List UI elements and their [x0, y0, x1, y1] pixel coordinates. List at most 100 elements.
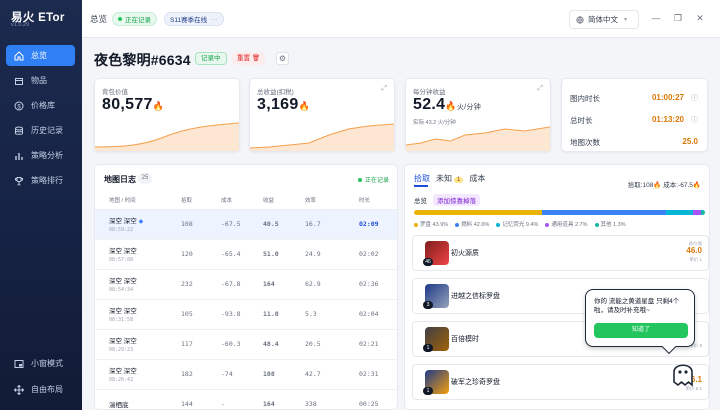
duration-cell: 02:02 — [359, 239, 397, 270]
app-version: v1.0.29 — [11, 22, 30, 28]
pick-cell: 105 — [181, 299, 221, 330]
map-cell: 深空 深空 ◆ 08:59:22 — [95, 209, 181, 240]
legend-item: 燃料 42.6% — [455, 220, 489, 228]
status-dot-icon — [357, 177, 362, 182]
nav-item-strategy-ranking[interactable]: 策略排行 — [6, 170, 75, 191]
got-it-button[interactable]: 知道了 — [594, 323, 688, 338]
diamond-icon: ◆ — [138, 219, 144, 225]
mascot-ghost-icon[interactable] — [671, 358, 695, 388]
main-content: 夜色黎明#6634 记录中 重置 🗑 ⚙ 背包价值 80,577🔥 总收益(扣税… — [82, 38, 720, 410]
minimize-icon[interactable]: — — [650, 12, 662, 24]
table-row[interactable]: 深空 深空 ◆ 08:59:22 108 -67.5 40.5 16.7 02:0… — [95, 209, 397, 240]
bar-segment — [541, 210, 666, 215]
map-time: 08:26:42 — [109, 377, 134, 383]
map-name: 深空 深空 — [109, 368, 137, 375]
language-label: 简体中文 — [588, 15, 618, 24]
filter-chips: 总览 添加惊喜掉落 — [414, 194, 480, 206]
per-minute-card: 每分钟收益 ⤢ 52.4🔥火/分钟 实际 43.2 火/分钟 — [405, 78, 551, 152]
nav-item-label: 自由布局 — [31, 385, 63, 394]
language-select[interactable]: 简体中文 ▾ — [569, 10, 639, 29]
bag-value-number: 80,577 — [102, 96, 153, 113]
column-header: 效率 — [305, 191, 359, 210]
close-icon[interactable]: ✕ — [694, 12, 706, 24]
drop-item[interactable]: 46 初火源质 总价值 46.0 单价 1 — [412, 235, 709, 271]
legend-pct: 9.4% — [525, 222, 539, 228]
table-row[interactable]: 深空 深空 08:26:42 182 -74 108 42.7 02:31 — [95, 359, 397, 390]
globe-icon — [576, 15, 584, 24]
income-value: 3,169🔥 — [257, 96, 310, 114]
nav-item-items[interactable]: 物品 — [6, 70, 75, 91]
tab-cost[interactable]: 成本 — [469, 173, 485, 184]
tab-pickup[interactable]: 拾取 — [414, 173, 430, 184]
nav-item-mini-window[interactable]: 小窗模式 — [6, 353, 75, 374]
bar-segment — [700, 210, 705, 215]
info-icon[interactable]: ⓘ — [691, 115, 698, 125]
legend-item: 通用道具 2.7% — [545, 220, 588, 228]
bar-segment — [693, 210, 701, 215]
nav-item-label: 价格库 — [31, 101, 55, 110]
restore-icon[interactable]: ❐ — [672, 12, 684, 24]
legend-label: 其他 — [600, 222, 612, 228]
table-row[interactable]: 湍栖底 144 - 164 338 00:25 — [95, 389, 397, 409]
drops-tabs: 拾取 未知 1 成本 — [414, 173, 485, 184]
chip-add-surprise-drop[interactable]: 添加惊喜掉落 — [433, 194, 480, 206]
nav-item-history[interactable]: 历史记录 — [6, 120, 75, 141]
table-row[interactable]: 深空 深空 08:29:23 117 -60.3 48.4 20.5 02:21 — [95, 329, 397, 360]
item-count: 1 — [423, 387, 433, 395]
map-time-value: 01:00:27 — [651, 93, 684, 102]
legend-label: 记忆荧光 — [502, 222, 525, 228]
nav-item-free-layout[interactable]: 自由布局 — [6, 379, 75, 400]
map-cell: 深空 深空 08:57:08 — [95, 239, 181, 270]
income-cell: 48.4 — [263, 329, 305, 360]
item-name: 初火源质 — [451, 250, 479, 257]
column-header: 成本 — [221, 191, 263, 210]
season-badge[interactable]: S11赛季在线 ··· — [164, 12, 224, 26]
map-count-value: 25.0 — [682, 137, 698, 146]
item-count: 46 — [423, 258, 433, 266]
tab-unknown-label: 未知 — [436, 174, 452, 183]
nav-item-overview[interactable]: 总览 — [6, 45, 75, 66]
reset-button[interactable]: 重置 🗑 — [232, 52, 266, 65]
bar-segment — [414, 210, 542, 215]
nav-item-label: 物品 — [31, 76, 47, 85]
tab-unknown[interactable]: 未知 1 — [436, 173, 464, 184]
pick-cell: 117 — [181, 329, 221, 360]
map-time: 08:31:58 — [109, 317, 134, 323]
drops-panel: 拾取 未知 1 成本 拾取:108🔥 成本:-67.5🔥 总览 添加惊喜掉落 罗盘… — [404, 164, 710, 410]
expand-icon[interactable]: ⤢ — [537, 85, 543, 93]
chip-overview[interactable]: 总览 — [414, 195, 427, 205]
pick-cell: 108 — [181, 209, 221, 240]
table-row[interactable]: 深空 深空 08:54:34 232 -67.8 164 62.9 02:36 — [95, 269, 397, 300]
map-time: 08:29:23 — [109, 347, 134, 353]
trophy-icon — [15, 176, 23, 185]
low-stock-tooltip: 你的 流能之黄道星盘 只剩4个啦，请及时补充哦~ 知道了 — [585, 289, 695, 347]
expand-icon[interactable]: ⤢ — [381, 85, 387, 93]
box-icon — [15, 77, 23, 85]
map-log-panel: 地图日志 25 正在记录 地图 / 时间 拾取 成本 收益 效率 时长 深空 深… — [94, 164, 398, 410]
info-icon[interactable]: ⓘ — [691, 93, 698, 103]
table-row[interactable]: 深空 深空 08:31:58 105 -93.8 11.0 5.3 02:04 — [95, 299, 397, 330]
recording-status-badge: 正在记录 — [112, 12, 157, 26]
duration-cell: 02:09 — [359, 209, 397, 240]
income-cell: 164 — [263, 269, 305, 300]
map-name: 深空 深空 — [109, 338, 137, 345]
legend-item: 其他 1.3% — [594, 220, 626, 228]
total-time-label: 总时长 — [570, 116, 593, 125]
map-count-label: 地图次数 — [570, 138, 600, 147]
duration-cell: 02:31 — [359, 359, 397, 390]
log-live-status: 正在记录 — [357, 175, 389, 184]
table-row[interactable]: 深空 深空 08:57:08 120 -65.4 51.0 24.9 02:02 — [95, 239, 397, 270]
nav-item-strategy-analysis[interactable]: 策略分析 — [6, 145, 75, 166]
cost-cell: -67.8 — [221, 269, 263, 300]
drop-item[interactable]: 1 破军之珍奇罗盘 6.1 单价 6.1 — [412, 364, 709, 400]
map-time: 08:54:34 — [109, 287, 134, 293]
nav-item-price-db[interactable]: $ 价格库 — [6, 95, 75, 116]
gear-icon[interactable]: ⚙ — [276, 52, 289, 65]
map-time: 08:57:08 — [109, 257, 134, 263]
database-icon — [15, 126, 23, 135]
column-header: 拾取 — [181, 191, 221, 210]
item-price: 46.0 — [686, 246, 702, 255]
cost-cell: -65.4 — [221, 239, 263, 270]
income-number: 3,169 — [257, 96, 299, 113]
total-time-value: 01:13:20 — [651, 115, 684, 124]
